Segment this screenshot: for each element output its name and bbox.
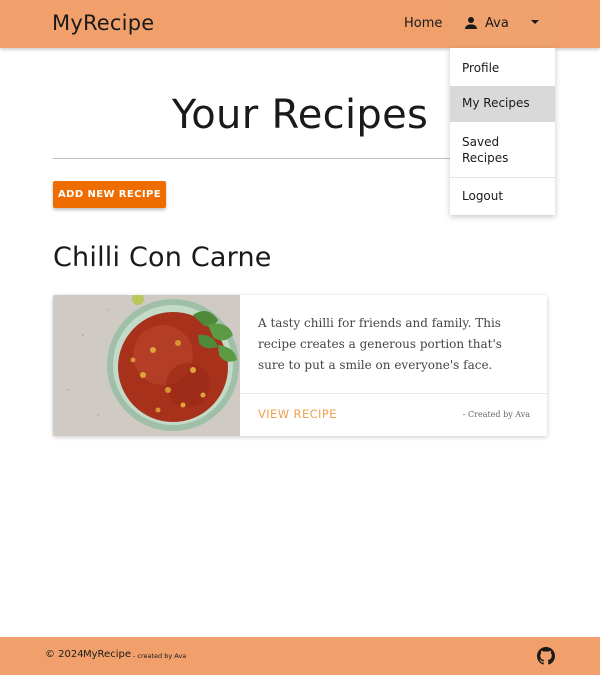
navbar: MyRecipe Home Ava (0, 0, 600, 48)
card-divider (240, 393, 547, 394)
menu-item-logout[interactable]: Logout (450, 188, 555, 208)
caret-down-icon (531, 20, 539, 24)
user-menu-button[interactable]: Ava (450, 0, 554, 48)
person-icon (465, 17, 477, 29)
recipe-description: A tasty chilli for friends and family. T… (258, 316, 502, 372)
brand-logo[interactable]: MyRecipe (52, 11, 154, 35)
footer-brand: MyRecipe (83, 649, 131, 660)
menu-divider (450, 177, 555, 178)
footer: © 2024 MyRecipe - created by Ava (0, 637, 600, 675)
recipe-image[interactable] (53, 295, 240, 436)
user-name: Ava (485, 16, 509, 31)
recipe-heading: Chilli Con Carne (53, 242, 272, 273)
footer-created-by: - created by Ava (133, 652, 187, 660)
github-icon[interactable] (537, 647, 555, 665)
footer-copyright: © 2024 (45, 649, 84, 660)
menu-item-my-recipes[interactable]: My Recipes (450, 86, 555, 122)
menu-item-saved-recipes[interactable]: Saved Recipes (450, 134, 555, 170)
user-dropdown-menu: Profile My Recipes Saved Recipes Logout (450, 48, 555, 215)
view-recipe-link[interactable]: VIEW RECIPE (258, 407, 337, 421)
recipe-card: A tasty chilli for friends and family. T… (53, 295, 547, 436)
menu-item-profile[interactable]: Profile (450, 58, 555, 84)
add-new-recipe-button[interactable]: ADD NEW RECIPE (53, 181, 166, 208)
recipe-author: - Created by Ava (462, 410, 530, 419)
nav-home-link[interactable]: Home (404, 16, 442, 31)
